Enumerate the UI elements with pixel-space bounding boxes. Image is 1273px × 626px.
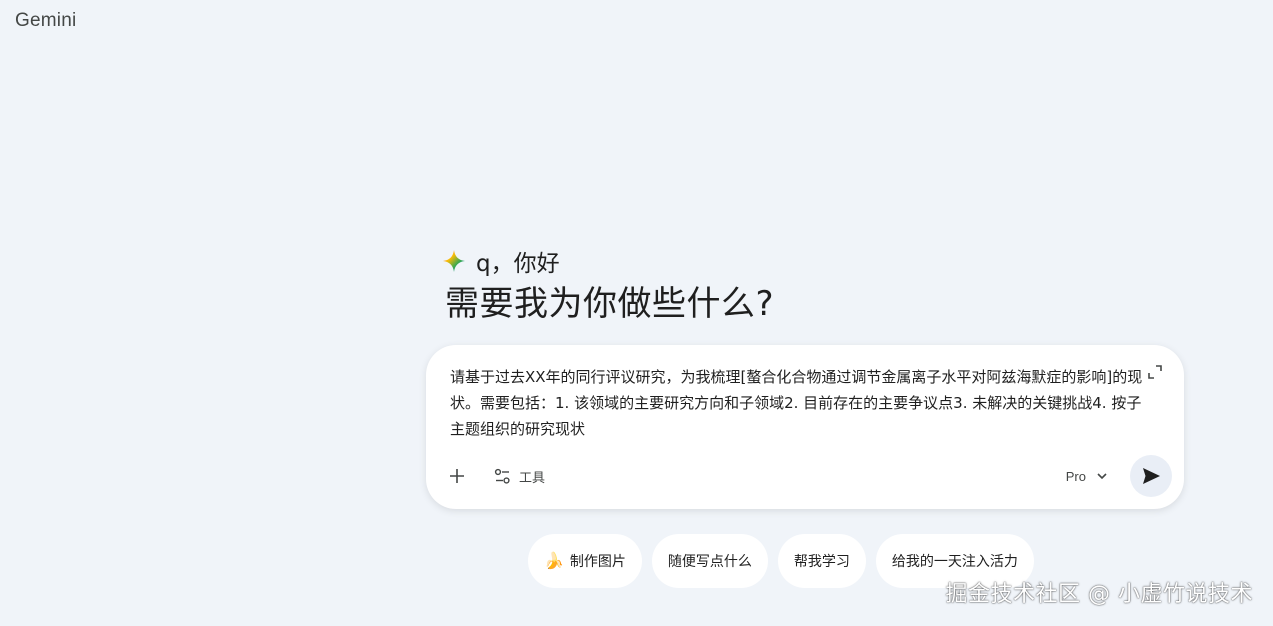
page-title: 需要我为你做些什么? — [445, 284, 775, 324]
model-label: Pro — [1065, 468, 1086, 484]
greeting-text: q，你好 — [476, 251, 560, 277]
tools-icon — [494, 468, 510, 484]
composer-toolbar: 工具 Pro — [444, 455, 1172, 497]
tools-button[interactable]: 工具 — [494, 467, 545, 486]
prompt-composer[interactable]: 请基于过去XX年的同行评议研究，为我梳理[螯合化合物通过调节金属离子水平对阿兹海… — [426, 345, 1184, 509]
send-button[interactable] — [1130, 455, 1172, 497]
plus-icon — [450, 469, 464, 483]
chip-make-image[interactable]: 🍌 制作图片 — [528, 534, 642, 588]
chip-write-anything[interactable]: 随便写点什么 — [651, 534, 768, 588]
add-button[interactable] — [440, 459, 474, 493]
gemini-spark-icon — [443, 250, 465, 272]
chip-help-learn[interactable]: 帮我学习 — [777, 534, 866, 588]
tools-label: 工具 — [519, 470, 546, 486]
chip-label: 随便写点什么 — [667, 554, 752, 570]
watermark: 掘金技术社区 @ 小虚竹说技术 — [945, 582, 1253, 607]
model-selector[interactable]: Pro — [1066, 469, 1108, 484]
app-brand[interactable]: Gemini — [15, 10, 76, 32]
chip-label: 给我的一天注入活力 — [891, 554, 1018, 570]
chip-label: 帮我学习 — [793, 554, 850, 570]
chevron-down-icon — [1097, 473, 1107, 480]
prompt-input[interactable]: 请基于过去XX年的同行评议研究，为我梳理[螯合化合物通过调节金属离子水平对阿兹海… — [450, 364, 1146, 442]
banana-icon: 🍌 — [544, 551, 564, 570]
expand-icon[interactable] — [1148, 365, 1162, 379]
greeting-row: q，你好 — [442, 244, 560, 278]
chip-label: 制作图片 — [569, 554, 626, 570]
send-icon — [1143, 468, 1160, 484]
